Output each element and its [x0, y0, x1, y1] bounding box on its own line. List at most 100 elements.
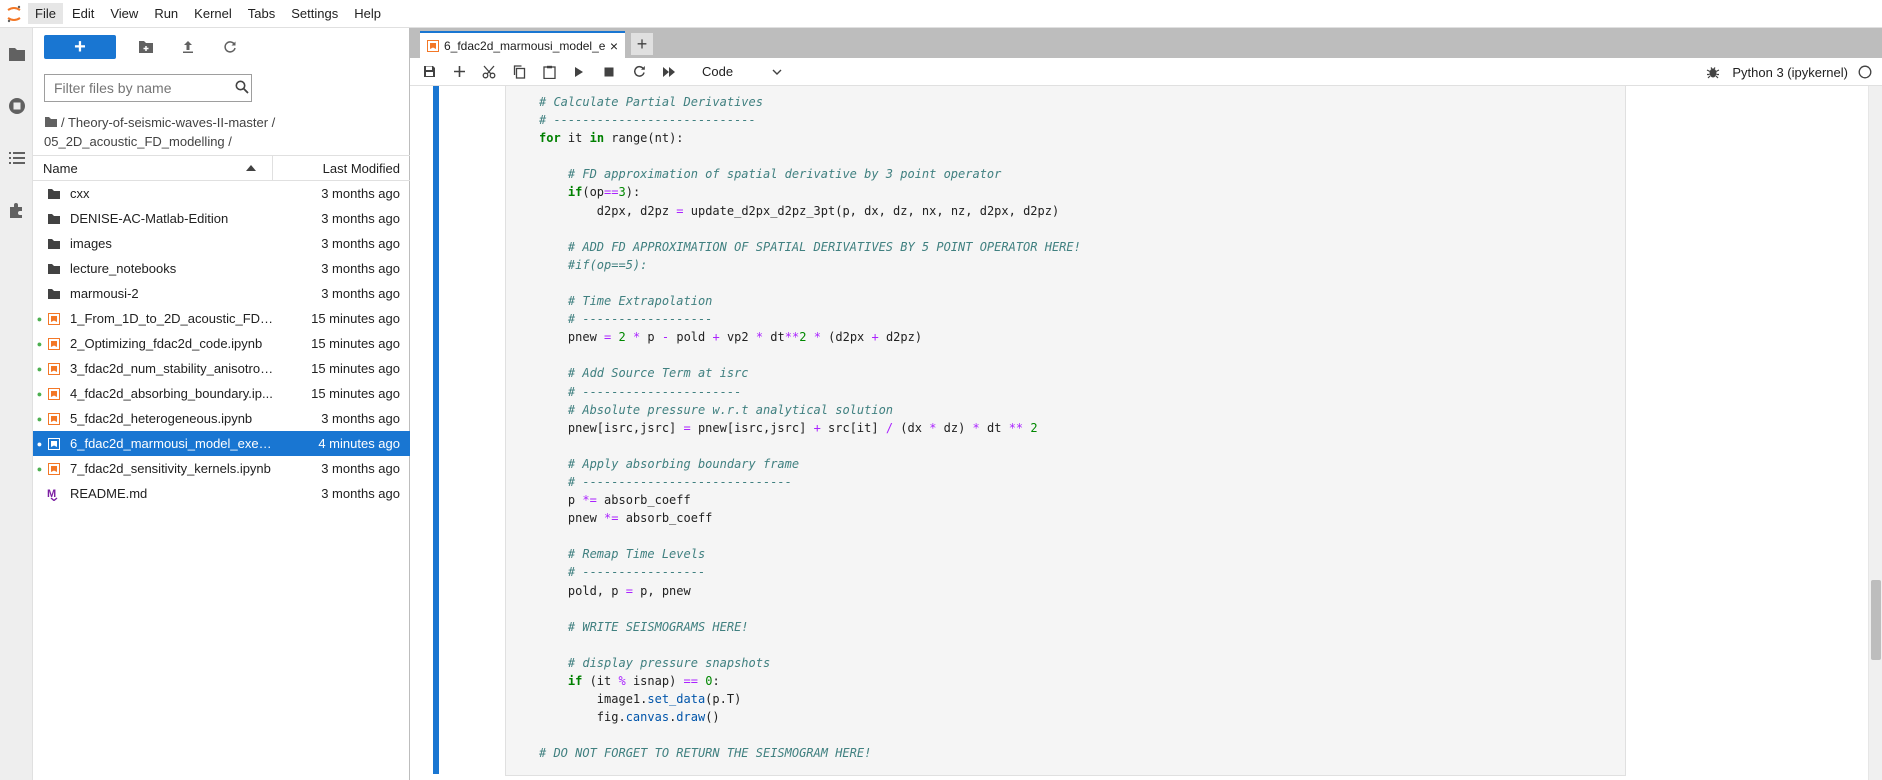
tab-notebook[interactable]: 6_fdac2d_marmousi_model_e ×: [420, 31, 625, 58]
menu-settings[interactable]: Settings: [284, 3, 345, 24]
menu-edit[interactable]: Edit: [65, 3, 101, 24]
debugger-bug-icon[interactable]: [1706, 65, 1720, 79]
name-column-header[interactable]: Name: [33, 156, 273, 180]
insert-cell-icon[interactable]: [450, 63, 468, 81]
code-cell-editor[interactable]: # Calculate Partial Derivatives # -------…: [505, 86, 1626, 776]
jupyter-logo-icon: [0, 0, 28, 28]
menu-tabs[interactable]: Tabs: [241, 3, 282, 24]
code-line: # Remap Time Levels: [567, 547, 706, 562]
file-modified: 3 months ago: [321, 461, 400, 476]
save-icon[interactable]: [420, 63, 438, 81]
code-content: # Calculate Partial Derivatives # -------…: [506, 86, 1625, 762]
code-line: # WRITE SEISMOGRAMS HERE!: [567, 619, 749, 634]
code-line: pnew[isrc,jsrc] = pnew[isrc,jsrc] + src[…: [539, 420, 1038, 435]
vertical-scrollbar[interactable]: [1868, 86, 1882, 780]
file-row[interactable]: ● 1_From_1D_to_2D_acoustic_FD_m... 15 minu…: [33, 306, 410, 331]
stop-icon[interactable]: [600, 63, 618, 81]
chevron-down-icon: [772, 69, 782, 75]
menu-file[interactable]: File: [28, 3, 63, 24]
running-indicator: ●: [36, 388, 43, 399]
running-indicator: ●: [36, 363, 43, 374]
copy-icon[interactable]: [510, 63, 528, 81]
folder-icon: [46, 186, 62, 202]
file-modified: 15 minutes ago: [311, 361, 400, 376]
code-line: # ------------------: [567, 312, 713, 327]
cell-type-label: Code: [702, 64, 734, 79]
new-folder-icon[interactable]: [134, 35, 158, 59]
file-modified: 3 months ago: [321, 411, 400, 426]
activity-bar: [0, 28, 33, 780]
menu-view[interactable]: View: [103, 3, 145, 24]
filter-files-field[interactable]: [44, 74, 252, 102]
refresh-icon[interactable]: [218, 35, 242, 59]
file-row[interactable]: marmousi-2 3 months ago: [33, 281, 410, 306]
run-icon[interactable]: [570, 63, 588, 81]
kernel-idle-circle-icon: [1858, 65, 1872, 79]
file-row[interactable]: DENISE-AC-Matlab-Edition 3 months ago: [33, 206, 410, 231]
kernel-status-area: Python 3 (ipykernel): [1706, 58, 1872, 86]
file-row[interactable]: images 3 months ago: [33, 231, 410, 256]
code-line: # ----------------------: [567, 384, 742, 399]
file-modified: 4 minutes ago: [318, 436, 400, 451]
folder-icon: [46, 286, 62, 302]
file-row[interactable]: cxx 3 months ago: [33, 181, 410, 206]
code-line: # DO NOT FORGET TO RETURN THE SEISMOGRAM…: [539, 746, 872, 761]
folder-icon[interactable]: [0, 28, 33, 80]
code-line: # Calculate Partial Derivatives: [539, 95, 763, 109]
file-name: lecture_notebooks: [70, 261, 177, 276]
notebook-icon: [46, 386, 62, 402]
upload-icon[interactable]: [176, 35, 200, 59]
last-modified-column-header[interactable]: Last Modified: [273, 161, 410, 176]
new-launcher-button[interactable]: +: [44, 35, 116, 59]
tab-label: 6_fdac2d_marmousi_model_e: [444, 38, 606, 53]
code-line: # -----------------------------: [567, 474, 792, 489]
search-icon: [235, 80, 249, 97]
extensions-puzzle-icon[interactable]: [0, 184, 33, 236]
kernel-name[interactable]: Python 3 (ipykernel): [1732, 65, 1848, 80]
code-line: if (it % isnap) == 0:: [567, 674, 720, 688]
scrollbar-thumb[interactable]: [1871, 580, 1881, 660]
file-row[interactable]: ● 5_fdac2d_heterogeneous.ipynb 3 months ag…: [33, 406, 410, 431]
file-browser: + / Theory-of-seismic-waves-II-master / …: [33, 28, 410, 780]
code-line: # Time Extrapolation: [567, 294, 713, 309]
table-of-contents-icon[interactable]: [0, 132, 33, 184]
markdown-icon: M: [46, 486, 62, 502]
restart-icon[interactable]: [630, 63, 648, 81]
cut-icon[interactable]: [480, 63, 498, 81]
folder-icon[interactable]: [44, 116, 58, 128]
paste-icon[interactable]: [540, 63, 558, 81]
file-row[interactable]: ● 2_Optimizing_fdac2d_code.ipynb 15 minute…: [33, 331, 410, 356]
file-row[interactable]: M README.md 3 months ago: [33, 481, 410, 506]
file-row[interactable]: lecture_notebooks 3 months ago: [33, 256, 410, 281]
file-row[interactable]: ● 7_fdac2d_sensitivity_kernels.ipynb 3 mon…: [33, 456, 410, 481]
breadcrumb-path[interactable]: / Theory-of-seismic-waves-II-master / 05…: [44, 115, 275, 149]
file-row[interactable]: ● 4_fdac2d_absorbing_boundary.ip... 15 min…: [33, 381, 410, 406]
file-name: 6_fdac2d_marmousi_model_exerci...: [70, 436, 274, 451]
file-name: images: [70, 236, 112, 251]
file-row[interactable]: ● 3_fdac2d_num_stability_anisotrop... 15 m…: [33, 356, 410, 381]
file-modified: 3 months ago: [321, 186, 400, 201]
menu-help[interactable]: Help: [347, 3, 388, 24]
code-line: d2px, d2pz = update_d2px_d2pz_3pt(p, dx,…: [539, 203, 1060, 218]
notebook-icon: [46, 436, 62, 452]
cell-type-dropdown[interactable]: Code: [702, 64, 782, 79]
menu-kernel[interactable]: Kernel: [187, 3, 239, 24]
code-line: for it in range(nt):: [539, 131, 684, 146]
file-modified: 15 minutes ago: [311, 311, 400, 326]
code-line: # FD approximation of spatial derivative…: [567, 167, 1002, 182]
filter-files-input[interactable]: [54, 80, 235, 96]
file-name: 7_fdac2d_sensitivity_kernels.ipynb: [70, 461, 271, 476]
running-indicator: ●: [36, 413, 43, 424]
running-indicator: ●: [36, 338, 43, 349]
fast-forward-icon[interactable]: [660, 63, 678, 81]
file-row[interactable]: ● 6_fdac2d_marmousi_model_exerci... 4 minu…: [33, 431, 410, 456]
menu-run[interactable]: Run: [147, 3, 185, 24]
close-icon[interactable]: ×: [606, 38, 622, 54]
add-tab-button[interactable]: +: [631, 33, 653, 55]
file-name: 4_fdac2d_absorbing_boundary.ip...: [70, 386, 273, 401]
running-kernels-icon[interactable]: [0, 80, 33, 132]
